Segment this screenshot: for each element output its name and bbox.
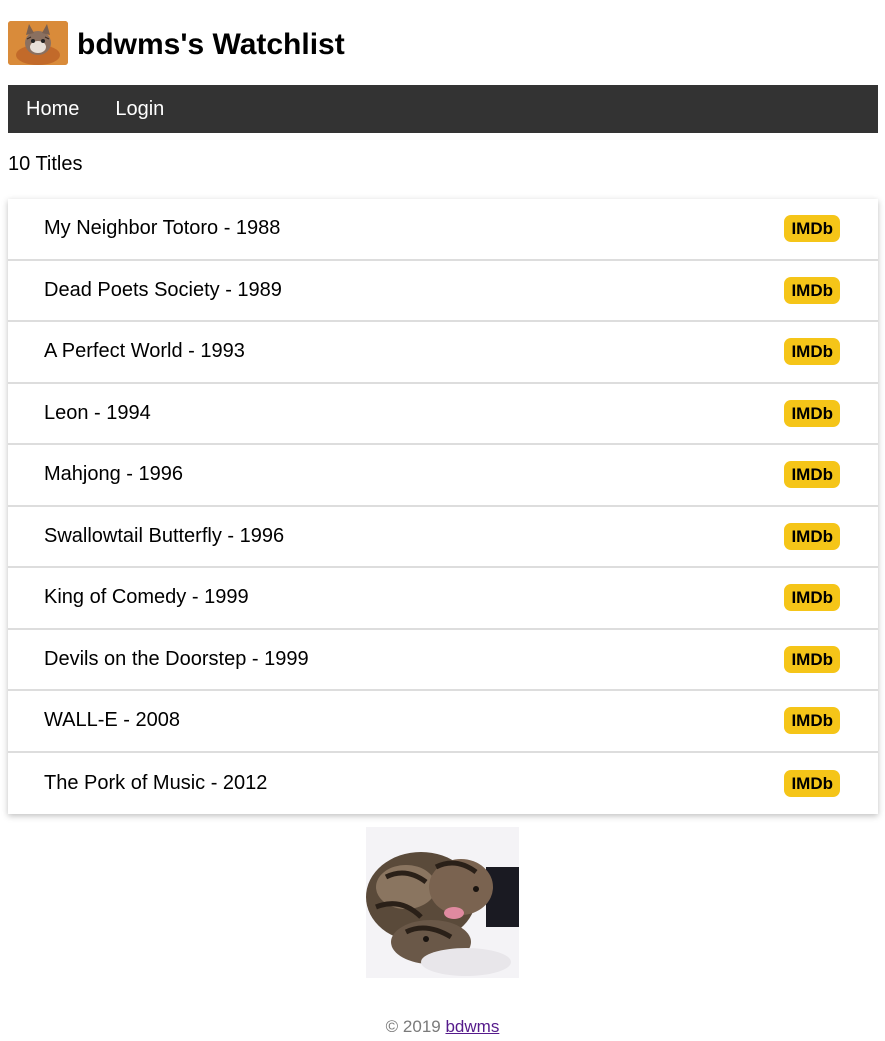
imdb-link[interactable]: IMDb [784, 584, 840, 612]
imdb-link[interactable]: IMDb [784, 645, 840, 673]
avatar [8, 21, 68, 66]
list-item: The Pork of Music - 2012 IMDb [8, 753, 878, 815]
movie-list: My Neighbor Totoro - 1988 IMDb Dead Poet… [8, 199, 878, 814]
copyright-text: © 2019 [385, 1017, 446, 1036]
list-item: King of Comedy - 1999 IMDb [8, 568, 878, 630]
movie-title: Mahjong - 1996 [44, 463, 183, 486]
imdb-link[interactable]: IMDb [784, 769, 840, 797]
imdb-link[interactable]: IMDb [784, 276, 840, 304]
movie-title: King of Comedy - 1999 [44, 586, 249, 609]
list-item: Dead Poets Society - 1989 IMDb [8, 261, 878, 322]
imdb-link[interactable]: IMDb [784, 522, 840, 550]
titles-count: 10 Titles [8, 153, 83, 175]
movie-title: A Perfect World - 1993 [44, 340, 245, 363]
list-item: Swallowtail Butterfly - 1996 IMDb [8, 507, 878, 568]
imdb-link[interactable]: IMDb [784, 461, 840, 489]
page-header: bdwms's Watchlist [8, 6, 345, 80]
imdb-link[interactable]: IMDb [784, 215, 840, 243]
movie-title: My Neighbor Totoro - 1988 [44, 217, 281, 240]
movie-title: Dead Poets Society - 1989 [44, 278, 282, 301]
movie-title: Swallowtail Butterfly - 1996 [44, 524, 285, 547]
list-item: A Perfect World - 1993 IMDb [8, 322, 878, 384]
movie-title: WALL-E - 2008 [44, 709, 180, 732]
nav-login-link[interactable]: Login [97, 85, 182, 133]
footer: © 2019 bdwms [0, 1017, 885, 1037]
movie-title: Leon - 1994 [44, 401, 151, 424]
kittens-image [366, 827, 519, 978]
list-item: Leon - 1994 IMDb [8, 384, 878, 445]
movie-title: Devils on the Doorstep - 1999 [44, 647, 309, 670]
imdb-link[interactable]: IMDb [784, 399, 840, 427]
nav-bar: Home Login [8, 85, 878, 133]
imdb-link[interactable]: IMDb [784, 707, 840, 735]
list-item: Mahjong - 1996 IMDb [8, 445, 878, 507]
page-title: bdwms's Watchlist [77, 28, 345, 61]
nav-home-link[interactable]: Home [8, 85, 97, 133]
imdb-link[interactable]: IMDb [784, 338, 840, 366]
list-item: WALL-E - 2008 IMDb [8, 691, 878, 753]
list-item: My Neighbor Totoro - 1988 IMDb [8, 199, 878, 261]
author-link[interactable]: bdwms [445, 1017, 499, 1036]
movie-title: The Pork of Music - 2012 [44, 771, 268, 794]
list-item: Devils on the Doorstep - 1999 IMDb [8, 630, 878, 691]
